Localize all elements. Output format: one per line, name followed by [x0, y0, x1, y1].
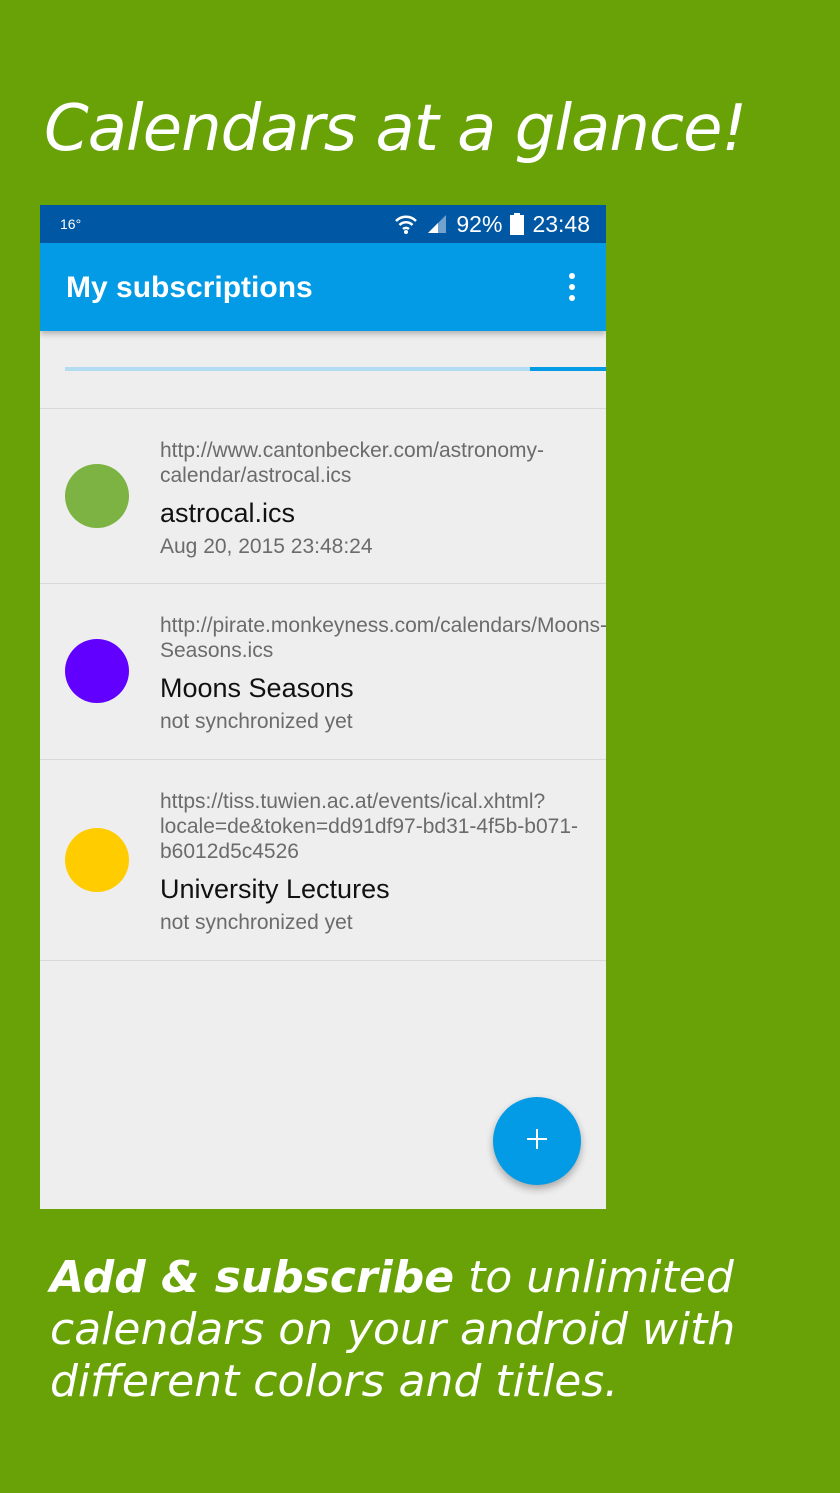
- subscription-status: Aug 20, 2015 23:48:24: [160, 535, 373, 558]
- subscription-item-moons-seasons[interactable]: http://pirate.monkeyness.com/calendars/M…: [40, 584, 606, 760]
- sync-progress-area: [40, 331, 606, 409]
- status-bar: 16° 92% 23:48: [40, 205, 606, 243]
- subscription-title: University Lectures: [160, 874, 390, 904]
- item-text: http://www.cantonbecker.com/astronomy-ca…: [160, 438, 586, 560]
- wifi-icon: [394, 213, 418, 235]
- caption-bold: Add & subscribe: [50, 1252, 455, 1303]
- status-temperature: 16°: [60, 216, 82, 232]
- page-title: My subscriptions: [66, 271, 313, 304]
- subscription-item-university-lectures[interactable]: https://tiss.tuwien.ac.at/events/ical.xh…: [40, 760, 606, 961]
- calendar-color-dot: [65, 464, 129, 528]
- caption: Add & subscribe to unlimited calendars o…: [50, 1252, 810, 1408]
- add-subscription-button[interactable]: [493, 1097, 581, 1185]
- subscription-item-astrocal[interactable]: http://www.cantonbecker.com/astronomy-ca…: [40, 409, 606, 584]
- status-right: 92% 23:48: [394, 211, 590, 237]
- subscription-url: https://tiss.tuwien.ac.at/events/ical.xh…: [160, 790, 579, 863]
- phone-screen: 16° 92% 23:48 My subscriptions http://ww…: [40, 205, 606, 1209]
- app-bar: My subscriptions: [40, 243, 606, 331]
- more-vert-icon[interactable]: [568, 273, 576, 301]
- subscription-status: not synchronized yet: [160, 911, 353, 934]
- item-text: http://pirate.monkeyness.com/calendars/M…: [160, 613, 606, 735]
- status-time: 23:48: [532, 210, 590, 237]
- subscription-url: http://www.cantonbecker.com/astronomy-ca…: [160, 439, 544, 487]
- calendar-color-dot: [65, 639, 129, 703]
- battery-icon: [510, 213, 525, 235]
- sync-progress-fill: [530, 367, 606, 371]
- subscription-url: http://pirate.monkeyness.com/calendars/M…: [160, 614, 606, 662]
- calendar-color-dot: [65, 828, 129, 892]
- add-icon: [525, 1127, 549, 1156]
- battery-percent: 92%: [456, 210, 503, 237]
- signal-icon: [426, 213, 448, 235]
- subscription-title: Moons Seasons: [160, 673, 354, 703]
- headline: Calendars at a glance!: [44, 92, 747, 166]
- subscription-title: astrocal.ics: [160, 498, 296, 528]
- subscription-status: not synchronized yet: [160, 710, 353, 733]
- item-text: https://tiss.tuwien.ac.at/events/ical.xh…: [160, 789, 586, 936]
- sync-progress-bar: [65, 367, 606, 371]
